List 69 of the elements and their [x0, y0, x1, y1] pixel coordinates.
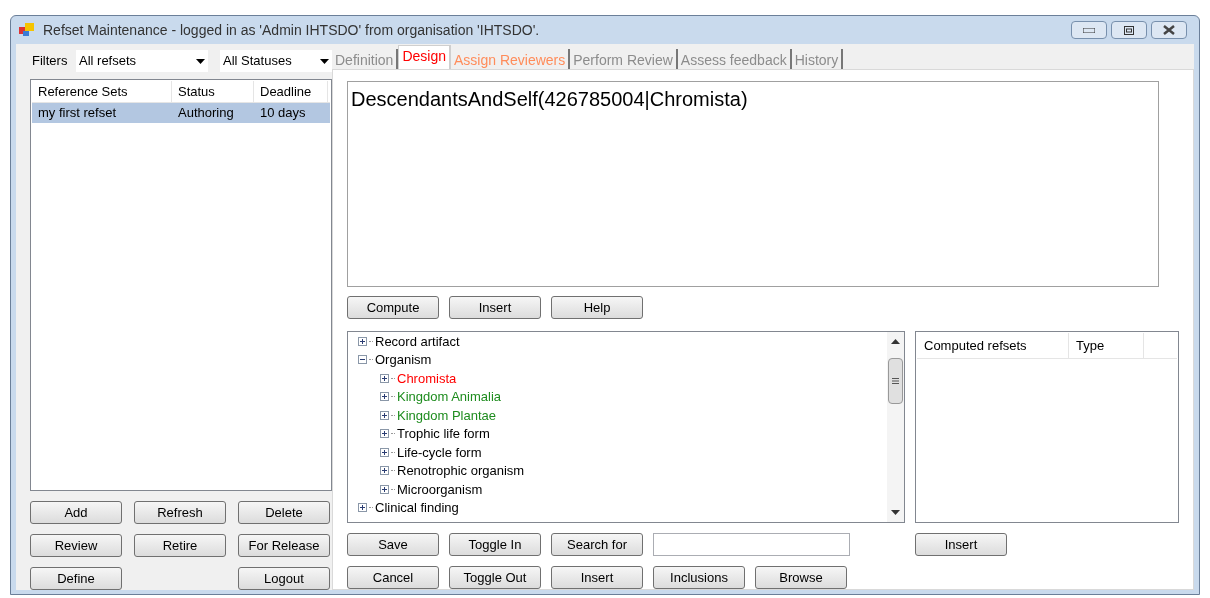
action-button[interactable]: For Release [238, 534, 330, 557]
action-button[interactable]: Browse [755, 566, 847, 589]
column-header[interactable]: Status [172, 81, 254, 102]
refset-filter-dropdown[interactable]: All refsets [76, 50, 208, 72]
expand-icon[interactable] [380, 447, 389, 457]
action-button[interactable]: Search for [551, 533, 643, 556]
tree-item[interactable]: Kingdom Plantae [397, 405, 496, 425]
filters-label: Filters [31, 52, 69, 71]
search-field[interactable] [653, 533, 850, 556]
action-button[interactable]: Add [30, 501, 122, 524]
tree-item[interactable]: Trophic life form [397, 424, 490, 444]
app-icon [19, 23, 35, 37]
action-button[interactable]: Toggle Out [449, 566, 541, 589]
action-button[interactable]: Cancel [347, 566, 439, 589]
insert-button[interactable]: Insert [915, 533, 1007, 556]
action-button[interactable]: Insert [449, 296, 541, 319]
action-button[interactable]: Delete [238, 501, 330, 524]
close-button[interactable] [1151, 21, 1187, 39]
column-header[interactable]: Type [1069, 333, 1144, 358]
expand-icon[interactable] [380, 373, 389, 383]
table-cell-text: 10 days [259, 104, 307, 123]
expand-icon[interactable] [380, 484, 389, 494]
action-button[interactable]: Review [30, 534, 122, 557]
dropdown-arrow-icon [320, 58, 329, 64]
column-header[interactable]: Computed refsets [917, 333, 1069, 358]
tab[interactable]: Design [398, 45, 451, 69]
tree-item[interactable]: Kingdom Animalia [397, 387, 502, 407]
action-button[interactable]: Define [30, 567, 122, 590]
expand-icon[interactable] [380, 392, 389, 402]
scroll-up-icon [891, 339, 900, 344]
definition-text-area[interactable]: DescendantsAndSelf(426785004|Chromista) [347, 81, 1159, 287]
action-button[interactable]: Retire [134, 534, 226, 557]
minimize-icon [1083, 27, 1095, 33]
table-cell-text: my first refset [37, 104, 117, 123]
tree-item[interactable]: Renotrophic organism [397, 461, 525, 481]
tree-item[interactable]: Microorganism [397, 479, 483, 499]
list-row[interactable]: my first refset Authoring 10 days [32, 103, 330, 123]
status-filter-dropdown[interactable]: All Statuses [220, 50, 332, 72]
grip-icon [892, 378, 899, 384]
tree-item[interactable]: Organism [375, 350, 432, 370]
tree-item[interactable]: Chromista [397, 368, 457, 388]
expand-icon[interactable] [380, 410, 389, 420]
window-title: Refset Maintenance - logged in as 'Admin IHTSDO' from organisation 'IHTSDO'. [43, 20, 540, 40]
scroll-down-icon [891, 510, 900, 515]
expand-icon[interactable] [358, 503, 367, 513]
scroll-thumb[interactable] [888, 358, 903, 404]
column-header[interactable]: Reference Sets [32, 81, 172, 102]
scrollbar[interactable] [887, 332, 904, 522]
close-icon [1163, 25, 1175, 35]
tree-item[interactable]: Clinical finding [375, 498, 459, 518]
tree-item[interactable]: Life-cycle form [397, 442, 482, 462]
action-button[interactable]: Inclusions [653, 566, 745, 589]
table-cell-text: Authoring [177, 104, 235, 123]
action-button[interactable]: Logout [238, 567, 330, 590]
dropdown-arrow-icon [196, 58, 205, 64]
collapse-icon[interactable] [358, 355, 367, 365]
maximize-icon [1124, 25, 1134, 35]
column-header[interactable]: Deadline [254, 81, 328, 102]
expand-icon[interactable] [380, 429, 389, 439]
action-button[interactable]: Save [347, 533, 439, 556]
action-button[interactable]: Compute [347, 296, 439, 319]
expand-icon[interactable] [358, 336, 367, 346]
action-button[interactable]: Insert [551, 566, 643, 589]
action-button[interactable]: Help [551, 296, 643, 319]
action-button[interactable]: Refresh [134, 501, 226, 524]
expand-icon[interactable] [380, 466, 389, 476]
tree-item[interactable]: Record artifact [375, 332, 460, 351]
maximize-button[interactable] [1111, 21, 1147, 39]
action-button[interactable]: Toggle In [449, 533, 541, 556]
